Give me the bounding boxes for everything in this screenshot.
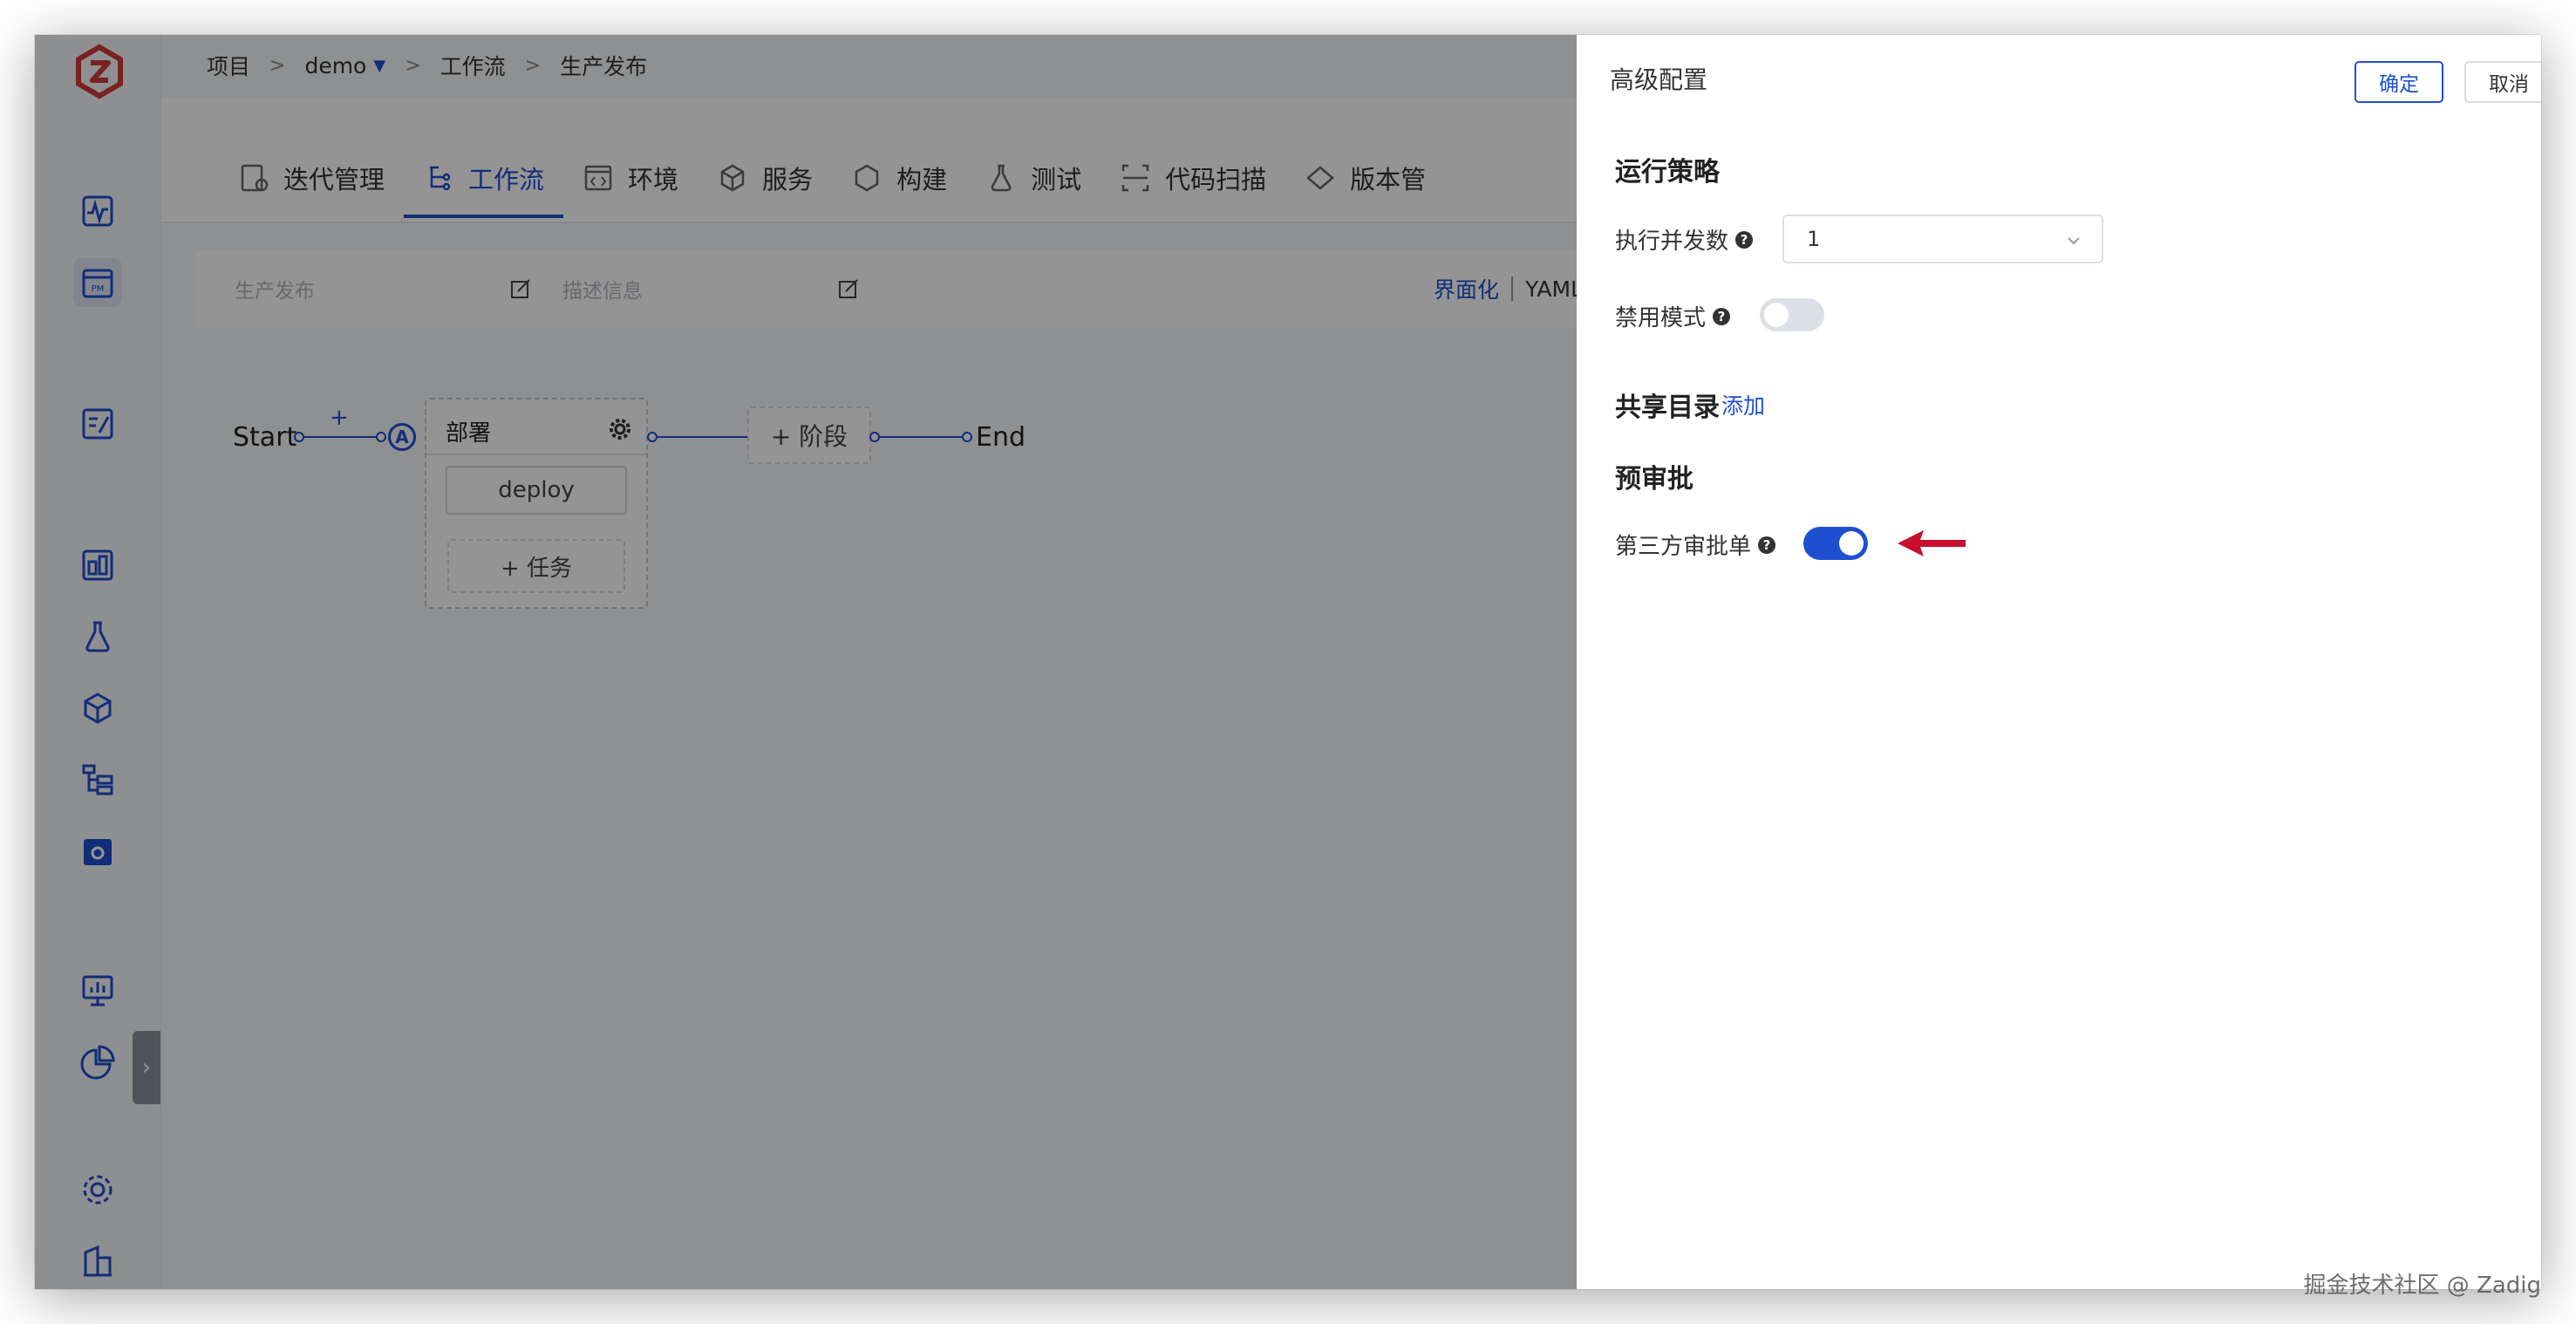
help-icon[interactable]: ? xyxy=(1713,307,1731,325)
advanced-config-drawer: 高级配置 确定 取消 运行策略 执行并发数 ? 1 禁用模式 ? 共享目录 添加… xyxy=(1577,35,2541,1289)
concurrency-label-text: 执行并发数 xyxy=(1615,229,1729,255)
pre-approval-title: 预审批 xyxy=(1615,464,1693,495)
red-arrow-annotation-icon xyxy=(1898,530,1966,556)
third-party-approval-label-text: 第三方审批单 xyxy=(1615,534,1752,560)
watermark: 掘金技术社区 @ Zadig xyxy=(2303,1273,2541,1299)
concurrency-select[interactable]: 1 xyxy=(1782,215,2103,263)
concurrency-value: 1 xyxy=(1807,227,1821,251)
third-party-approval-label: 第三方审批单 ? xyxy=(1615,529,1776,561)
add-shared-dir-link[interactable]: 添加 xyxy=(1721,389,1765,420)
app-window: PM › 项目 > demo ▼ > 工作流 > 生产发布 迭代管理 工作流 环… xyxy=(35,35,2541,1289)
concurrency-label: 执行并发数 ? xyxy=(1615,223,1754,256)
toggle-knob xyxy=(1839,531,1864,556)
toggle-knob xyxy=(1764,303,1789,327)
help-icon[interactable]: ? xyxy=(1735,230,1754,249)
disable-mode-label-text: 禁用模式 xyxy=(1615,305,1707,331)
run-policy-title: 运行策略 xyxy=(1615,157,1720,188)
modal-overlay[interactable] xyxy=(35,35,1577,1289)
disable-mode-toggle[interactable] xyxy=(1760,298,1824,331)
drawer-title: 高级配置 xyxy=(1610,65,1708,94)
help-icon[interactable]: ? xyxy=(1758,536,1776,554)
third-party-approval-toggle[interactable] xyxy=(1803,527,1868,560)
cancel-button[interactable]: 取消 xyxy=(2464,61,2541,103)
chevron-down-icon xyxy=(2068,237,2080,245)
disable-mode-label: 禁用模式 ? xyxy=(1615,300,1731,332)
confirm-button[interactable]: 确定 xyxy=(2355,61,2443,103)
shared-dir-title: 共享目录 xyxy=(1615,392,1720,423)
